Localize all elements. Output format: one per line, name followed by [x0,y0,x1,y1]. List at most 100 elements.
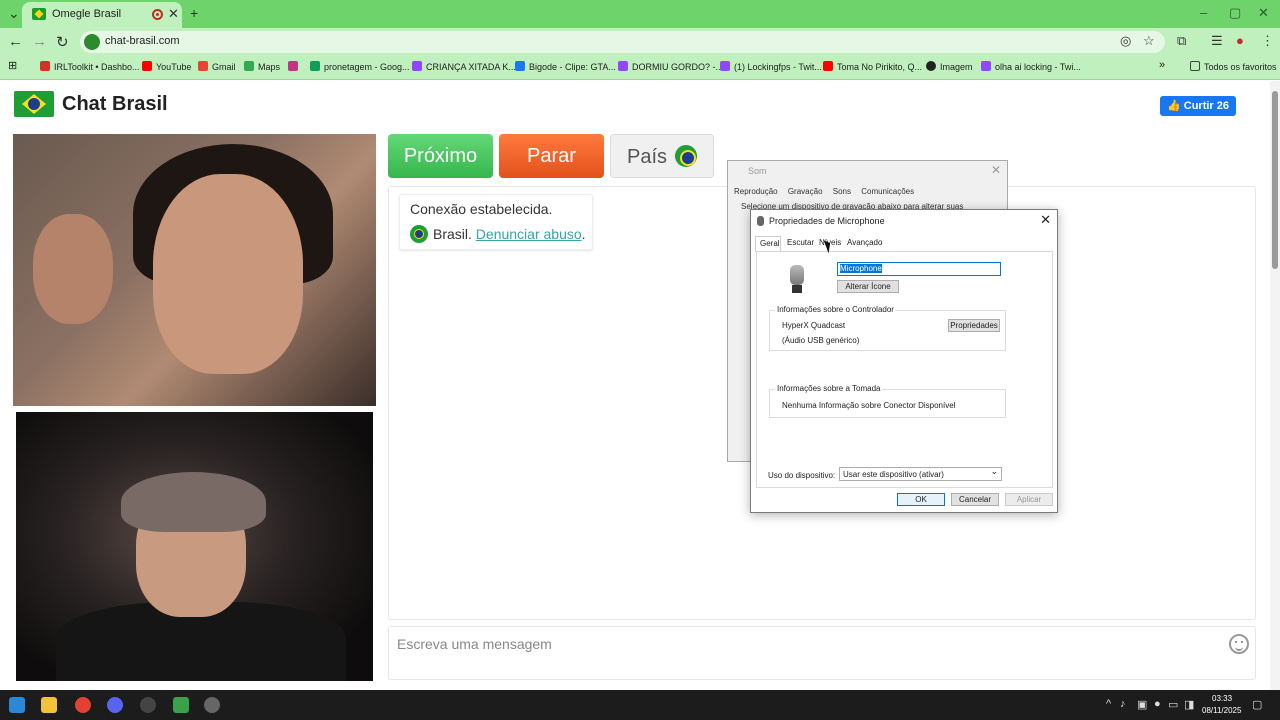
tab-close-icon[interactable]: ✕ [168,6,179,22]
change-icon-button[interactable]: Alterar Ícone [837,280,899,293]
tab-gravacao[interactable]: Gravação [788,187,823,196]
scrollbar-thumb[interactable] [1272,91,1278,269]
eye-off-icon[interactable]: ◎ [1120,33,1131,49]
back-arrow-icon[interactable]: ← [8,33,23,50]
video-person-hair [121,472,266,532]
url-bar[interactable]: chat-brasil.com [80,31,1165,53]
browser-tab[interactable]: Omegle Brasil ✕ [22,2,182,28]
reload-icon[interactable]: ↻ [56,33,69,51]
menu-kebab-icon[interactable]: ⋮ [1261,33,1274,49]
bookmark-label: DORMIU GORDO? -... [632,62,724,72]
instagram-icon [288,61,298,71]
network-icon[interactable]: ◨ [1184,698,1194,711]
bookmark-youtube[interactable]: YouTube [142,61,191,72]
bookmark-imagem[interactable]: Imagem [926,61,973,72]
emoji-icon[interactable] [1229,634,1249,654]
bookmark-dormiu-gordo[interactable]: DORMIU GORDO? -... [618,61,723,72]
forward-arrow-icon[interactable]: → [32,33,47,50]
discord-icon[interactable] [107,697,123,713]
bookmark-favicon-icon [40,61,50,71]
maximize-button[interactable]: ▢ [1229,5,1241,21]
youtube-icon [823,61,833,71]
tab-reproducao[interactable]: Reprodução [734,187,778,196]
obs-icon[interactable] [204,697,220,713]
controller-info-group: Informações sobre o Controlador HyperX Q… [769,305,1006,351]
report-abuse-link[interactable]: Denunciar abuso [476,226,582,242]
tab-comunicacoes[interactable]: Comunicações [861,187,914,196]
message-input[interactable]: Escreva uma mensagem [388,626,1256,680]
bookmark-crianca-xitada[interactable]: CRIANÇA XITADA K... [412,61,516,72]
microphone-tray-icon[interactable]: ● [1154,698,1161,710]
controller-type: (Áudio USB genérico) [782,336,860,345]
jack-info-text: Nenhuma Informação sobre Conector Dispon… [782,401,956,410]
tab-sons[interactable]: Sons [833,187,851,196]
chrome-icon[interactable] [75,697,91,713]
extensions-icon[interactable]: ⧉ [1177,33,1186,49]
ok-button[interactable]: OK [897,493,945,506]
tab-avancado[interactable]: Avançado [847,238,882,247]
bookmark-toma-no-pirikito[interactable]: Toma No Pirikito, Q... [823,61,922,72]
period-text: . [581,226,586,242]
page-scrollbar[interactable] [1270,81,1280,690]
site-info-icon[interactable] [84,34,100,50]
bookmark-gmail[interactable]: Gmail [198,61,236,72]
bookmark-bigode[interactable]: Bigode - Clipe: GTA... [515,61,616,72]
bookmark-olha-ai-locking[interactable]: olha ai locking - Twi... [981,61,1081,72]
bookmark-label: pronetagem - Goog... [324,62,410,72]
jack-info-group: Informações sobre a Tomada Nenhuma Infor… [769,384,1006,418]
new-tab-button[interactable]: + [190,5,198,21]
bookmark-instagram[interactable] [288,61,302,72]
address-bar-row: ← → ↻ chat-brasil.com ◎ ☆ ⧉ ☰ ● ⋮ [0,28,1280,56]
controller-properties-button[interactable]: Propriedades [948,319,1000,332]
start-button[interactable] [9,697,25,713]
tray-app-icon[interactable]: ▣ [1137,698,1147,711]
volume-icon[interactable]: ♪ [1120,698,1126,710]
bookmark-irltoolkit[interactable]: IRLToolkit • Dashbo... [40,61,140,72]
bookmark-label: Maps [258,62,281,72]
twitch-icon [981,61,991,71]
tab-search-icon[interactable]: ⌄ [8,5,20,22]
display-icon[interactable]: ▭ [1168,698,1178,711]
stop-button[interactable]: Parar [499,134,604,178]
profile-icon[interactable]: ● [1236,33,1244,48]
bookmark-label: CRIANÇA XITADA K... [426,62,516,72]
device-usage-value: Usar este dispositivo (ativar) [843,470,944,479]
apply-button[interactable]: Aplicar [1005,493,1053,506]
bookmark-lockingfps[interactable]: (1) Lockingfps - Twit... [720,61,822,72]
terminal-icon[interactable] [173,697,189,713]
mic-dialog-close-icon[interactable]: ✕ [1040,212,1051,228]
close-window-button[interactable]: ✕ [1258,5,1269,21]
apps-grid-icon[interactable]: ⊞ [8,59,17,72]
microphone-small-icon [757,216,764,226]
cancel-button[interactable]: Cancelar [951,493,999,506]
browser-tab-strip: ⌄ Omegle Brasil ✕ + – ▢ ✕ [0,0,1280,28]
tab-escutar[interactable]: Escutar [787,238,814,247]
bookmark-label: (1) Lockingfps - Twit... [734,62,822,72]
sound-dialog-close-icon[interactable]: ✕ [991,163,1001,177]
bookmark-label: IRLToolkit • Dashbo... [54,62,140,72]
url-text: chat-brasil.com [105,35,180,47]
controller-name: HyperX Quadcast [782,321,846,330]
file-explorer-icon[interactable] [41,697,57,713]
bookmark-label: Gmail [212,62,236,72]
clock-date[interactable]: 08/11/2025 [1202,706,1241,715]
notifications-icon[interactable]: ▢ [1252,698,1262,711]
all-bookmarks-folder[interactable]: Todos os favoritos [1190,61,1277,72]
media-control-icon[interactable]: ☰ [1211,33,1223,49]
next-button[interactable]: Próximo [388,134,493,178]
device-usage-select[interactable]: Usar este dispositivo (ativar) [839,466,1002,481]
country-button[interactable]: País [610,134,714,178]
device-name-input[interactable]: Microphone [837,262,1001,276]
tab-geral[interactable]: Geral [755,236,781,252]
minimize-button[interactable]: – [1200,5,1207,20]
facebook-like-button[interactable]: 👍 Curtir 26 mil [1160,96,1236,132]
bookmark-maps[interactable]: Maps [244,61,280,72]
app-icon[interactable] [140,697,156,713]
system-message: Conexão estabelecida. Brasil. Denunciar … [399,194,593,250]
bookmark-star-icon[interactable]: ☆ [1143,33,1155,49]
bookmarks-overflow-icon[interactable]: » [1159,59,1165,71]
gmail-icon [198,61,208,71]
clock-time[interactable]: 03:33 [1212,694,1232,703]
tray-overflow-icon[interactable]: ^ [1106,698,1111,710]
bookmark-pronetagem[interactable]: pronetagem - Goog... [310,61,410,72]
